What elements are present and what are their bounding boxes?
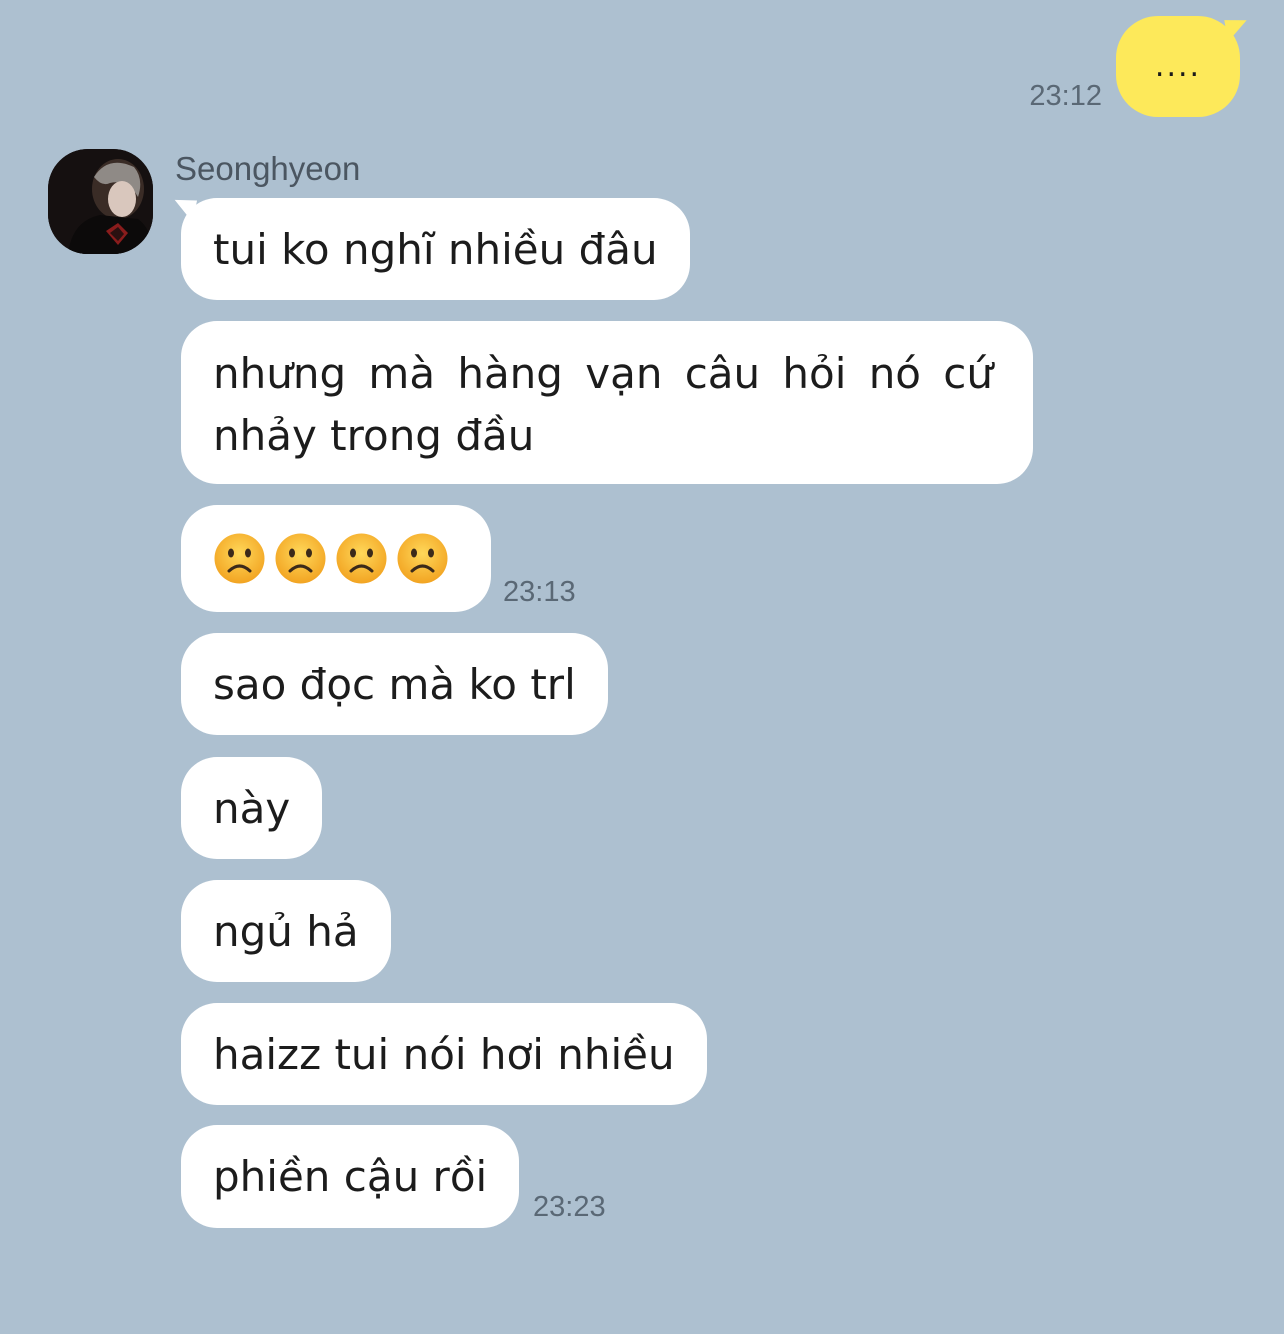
message-bubble[interactable]: nhưng mà hàng vạn câu hỏi nó cứ nhảy tro… <box>181 321 1033 484</box>
chat-window: 23:12 .... Seonghyeon tui ko nghĩ nhiều … <box>0 0 1284 1334</box>
message-text: phiền cậu rồi <box>213 1152 488 1201</box>
message-text: sao đọc mà ko trl <box>213 659 576 709</box>
outgoing-message-bubble[interactable]: .... <box>1116 16 1240 117</box>
message-text: ngủ hả <box>213 906 359 956</box>
avatar[interactable] <box>48 149 153 254</box>
message-bubble[interactable]: tui ko nghĩ nhiều đâu <box>181 198 690 300</box>
message-bubble[interactable]: ngủ hả <box>181 880 391 982</box>
message-timestamp: 23:13 <box>503 576 576 608</box>
profile-photo-icon <box>48 149 153 254</box>
message-bubble[interactable]: sao đọc mà ko trl <box>181 633 608 735</box>
outgoing-message-row: .... <box>1116 16 1240 117</box>
message-text: tui ko nghĩ nhiều đâu <box>213 224 658 274</box>
message-text: nhưng mà hàng vạn câu hỏi nó cứ nhảy tro… <box>213 349 993 460</box>
frowning-face-icon <box>397 533 448 584</box>
frowning-face-icon <box>336 533 387 584</box>
message-bubble[interactable]: này <box>181 757 323 859</box>
message-bubble[interactable] <box>181 505 491 612</box>
frowning-face-icon <box>275 533 326 584</box>
frowning-face-icon <box>214 533 265 584</box>
message-bubble[interactable]: phiền cậu rồi <box>181 1125 520 1228</box>
message-bubble[interactable]: haizz tui nói hơi nhiều <box>181 1003 707 1105</box>
message-text: này <box>213 783 291 833</box>
message-timestamp: 23:23 <box>533 1191 606 1223</box>
message-text: haizz tui nói hơi nhiều <box>213 1029 675 1079</box>
sender-name[interactable]: Seonghyeon <box>175 150 360 188</box>
outgoing-timestamp: 23:12 <box>1029 80 1102 112</box>
emoji-row <box>213 532 449 585</box>
